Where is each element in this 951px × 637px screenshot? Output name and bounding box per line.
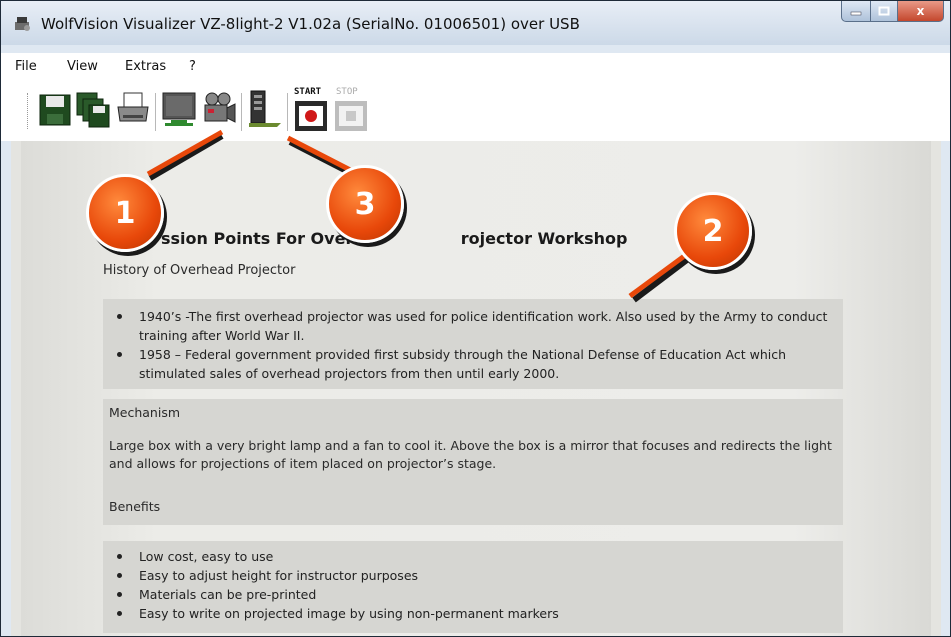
title-bar: WolfVision Visualizer VZ-8light-2 V1.02a… [1,1,950,45]
toolbar-grip[interactable] [27,93,31,129]
start-label: START [294,87,322,97]
benefits-heading: Benefits [109,499,161,514]
record-stop-button[interactable]: STOP [333,87,369,133]
camera-button[interactable] [201,89,237,133]
mechanism-heading: Mechanism [109,405,181,420]
list-item: 1940’s -The first overhead projector was… [103,307,843,345]
maximize-icon [878,6,890,16]
toolbar-separator [155,93,156,131]
scanner-icon [249,90,281,127]
print-button[interactable] [115,89,151,133]
stop-label: STOP [336,87,358,97]
mechanism-text: Large box with a very bright lamp and a … [109,438,832,471]
toolbar: START STOP [1,81,950,141]
history-box: 1940’s -The first overhead projector was… [103,299,843,389]
menu-file[interactable]: File [15,59,37,74]
print-icon [117,92,149,122]
list-item: Low cost, easy to use [103,547,843,566]
menu-extras[interactable]: Extras [125,59,166,74]
document-title-left: ssion Points For Overh [161,229,365,248]
monitor-icon [162,92,196,126]
app-icon [13,14,33,34]
document-title: ssion Points For Overh rojector Workshop [161,229,627,248]
minimize-button[interactable] [841,1,871,22]
minimize-icon [850,11,862,16]
window-title: WolfVision Visualizer VZ-8light-2 V1.02a… [41,15,580,33]
app-window: WolfVision Visualizer VZ-8light-2 V1.02a… [0,0,951,637]
benefits-box: Low cost, easy to use Easy to adjust hei… [103,541,843,633]
list-item: Materials can be pre-printed [103,585,843,604]
annotation-badge-1: 1 [86,174,164,252]
save-all-button[interactable] [75,89,111,133]
menu-bar: File View Extras ? [1,53,950,81]
benefits-list: Low cost, easy to use Easy to adjust hei… [103,547,843,623]
monitor-button[interactable] [161,89,197,133]
menu-help[interactable]: ? [189,59,196,74]
record-start-button[interactable]: START [293,87,329,133]
toolbar-separator [287,93,288,131]
list-item: Easy to adjust height for instructor pur… [103,566,843,585]
record-start-icon [295,101,327,131]
record-stop-icon [335,101,367,131]
document-subtitle: History of Overhead Projector [103,263,296,278]
document-title-right: rojector Workshop [460,229,628,248]
camera-icon [204,92,236,123]
save-button[interactable] [37,89,73,133]
save-icon [39,94,71,126]
scanner-button[interactable] [247,89,283,133]
mechanism-box: Mechanism Large box with a very bright l… [103,399,843,525]
list-item: Easy to write on projected image by usin… [103,604,843,623]
save-all-icon [76,92,110,128]
annotation-badge-3: 3 [326,165,404,243]
history-list: 1940’s -The first overhead projector was… [103,307,843,383]
list-item: 1958 – Federal government provided first… [103,345,843,383]
close-button[interactable]: x [898,1,944,22]
close-icon: x [916,4,925,18]
menu-view[interactable]: View [67,59,98,74]
annotation-badge-2: 2 [674,192,752,270]
window-controls: x [841,1,944,23]
maximize-button[interactable] [871,1,898,22]
toolbar-separator [241,93,242,131]
